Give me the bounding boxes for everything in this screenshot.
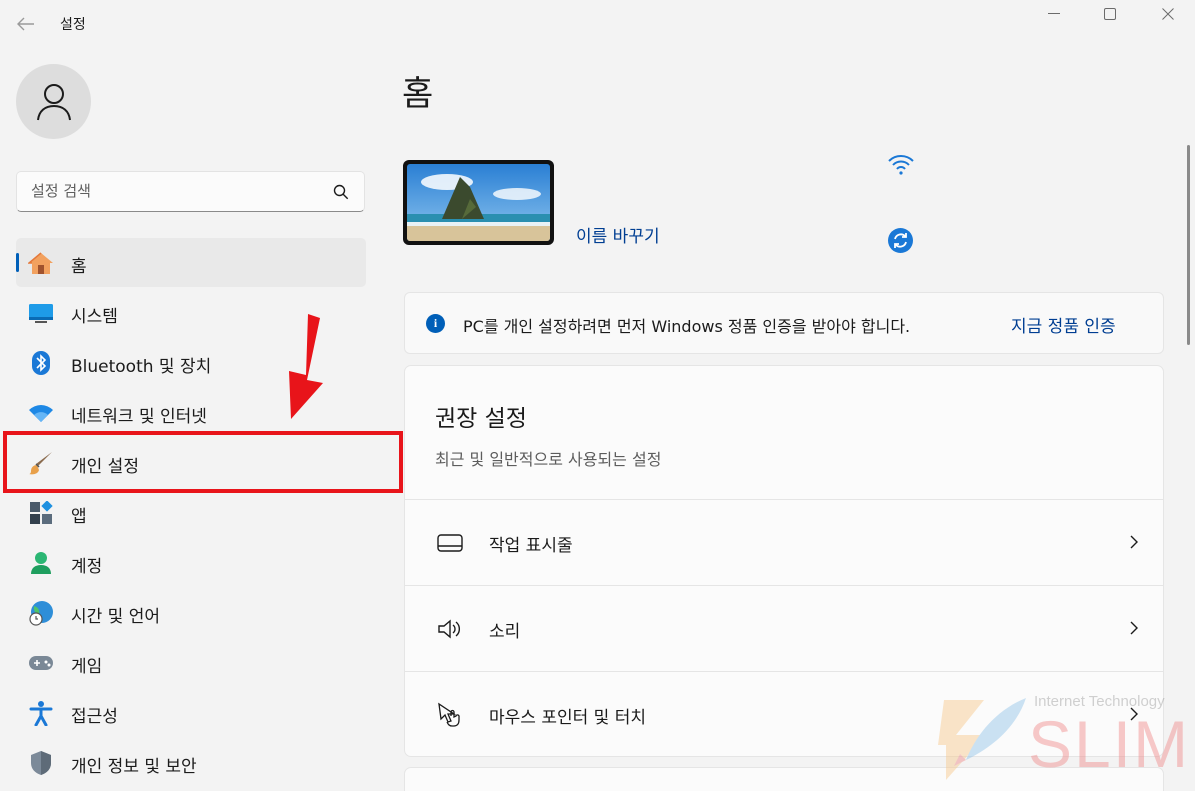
search-input[interactable] — [31, 180, 331, 202]
account-icon — [28, 550, 54, 576]
sidebar-item-label: 접근성 — [71, 707, 118, 727]
sidebar-item-privacy[interactable]: 개인 정보 및 보안 — [16, 738, 366, 787]
next-card — [404, 767, 1164, 791]
sidebar-item-label: 개인 정보 및 보안 — [71, 757, 197, 777]
accessibility-icon — [28, 700, 54, 726]
card-subtitle: 최근 및 일반적으로 사용되는 설정 — [435, 450, 662, 469]
pointer-touch-icon — [437, 702, 463, 728]
row-label: 작업 표시줄 — [489, 536, 573, 556]
user-icon — [36, 83, 71, 120]
apps-icon — [28, 500, 54, 526]
list-item-sound[interactable]: 소리 — [405, 585, 1163, 671]
taskbar-icon — [437, 530, 463, 556]
activation-banner: i PC를 개인 설정하려면 먼저 Windows 정품 인증을 받아야 합니다… — [404, 292, 1164, 354]
wifi-status-icon[interactable] — [887, 152, 915, 176]
shield-icon — [28, 750, 54, 776]
globe-clock-icon — [28, 600, 54, 626]
sidebar-item-label: 게임 — [71, 657, 103, 677]
rename-link[interactable]: 이름 바꾸기 — [576, 222, 660, 247]
activate-now-link[interactable]: 지금 정품 인증 — [1011, 312, 1116, 337]
list-item-taskbar[interactable]: 작업 표시줄 — [405, 499, 1163, 585]
speaker-icon — [437, 616, 463, 642]
sidebar-item-label: 시간 및 언어 — [71, 607, 161, 627]
bluetooth-icon — [28, 350, 54, 376]
minimize-button[interactable] — [1034, 4, 1074, 24]
activation-message: PC를 개인 설정하려면 먼저 Windows 정품 인증을 받아야 합니다. — [463, 317, 911, 336]
recommended-settings-card: 권장 설정 최근 및 일반적으로 사용되는 설정 작업 표시줄 소리 마우스 포… — [404, 365, 1164, 757]
sidebar-item-label: 홈 — [71, 257, 87, 277]
scrollbar[interactable] — [1187, 145, 1190, 345]
sidebar-item-label: 앱 — [71, 507, 87, 527]
search-box[interactable] — [16, 171, 365, 212]
row-label: 소리 — [489, 622, 521, 642]
sidebar-item-label: 계정 — [71, 557, 103, 577]
sidebar-item-gaming[interactable]: 게임 — [16, 638, 366, 687]
title-bar: 설정 — [0, 0, 1195, 48]
row-label: 마우스 포인터 및 터치 — [489, 708, 646, 728]
system-icon — [28, 300, 54, 326]
card-title: 권장 설정 — [435, 406, 527, 432]
search-icon[interactable] — [332, 183, 350, 201]
chevron-right-icon — [1130, 707, 1138, 721]
sidebar-item-label: Bluetooth 및 장치 — [71, 357, 212, 377]
sidebar-item-accounts[interactable]: 계정 — [16, 538, 366, 587]
sidebar-item-accessibility[interactable]: 접근성 — [16, 688, 366, 737]
list-item-mouse-pointer[interactable]: 마우스 포인터 및 터치 — [405, 671, 1163, 756]
sidebar-item-time-language[interactable]: 시간 및 언어 — [16, 588, 366, 637]
sidebar-item-label: 네트워크 및 인터넷 — [71, 407, 207, 427]
app-title: 설정 — [60, 17, 86, 33]
user-avatar[interactable] — [16, 64, 91, 139]
page-title: 홈 — [402, 74, 434, 114]
sidebar-item-label: 시스템 — [71, 307, 118, 327]
sidebar-item-apps[interactable]: 앱 — [16, 488, 366, 537]
chevron-right-icon — [1130, 535, 1138, 549]
highlight-box-annotation — [3, 431, 403, 493]
back-arrow-icon[interactable] — [14, 12, 38, 36]
close-button[interactable] — [1148, 4, 1188, 24]
red-arrow-annotation — [289, 314, 323, 419]
wifi-icon — [28, 400, 54, 426]
gamepad-icon — [28, 650, 54, 676]
home-icon — [28, 250, 54, 276]
chevron-right-icon — [1130, 621, 1138, 635]
info-icon: i — [426, 314, 445, 333]
windows-update-icon[interactable] — [887, 227, 914, 254]
sidebar-item-home[interactable]: 홈 — [16, 238, 366, 287]
device-wallpaper-thumbnail — [403, 160, 554, 245]
maximize-button[interactable] — [1090, 4, 1130, 24]
